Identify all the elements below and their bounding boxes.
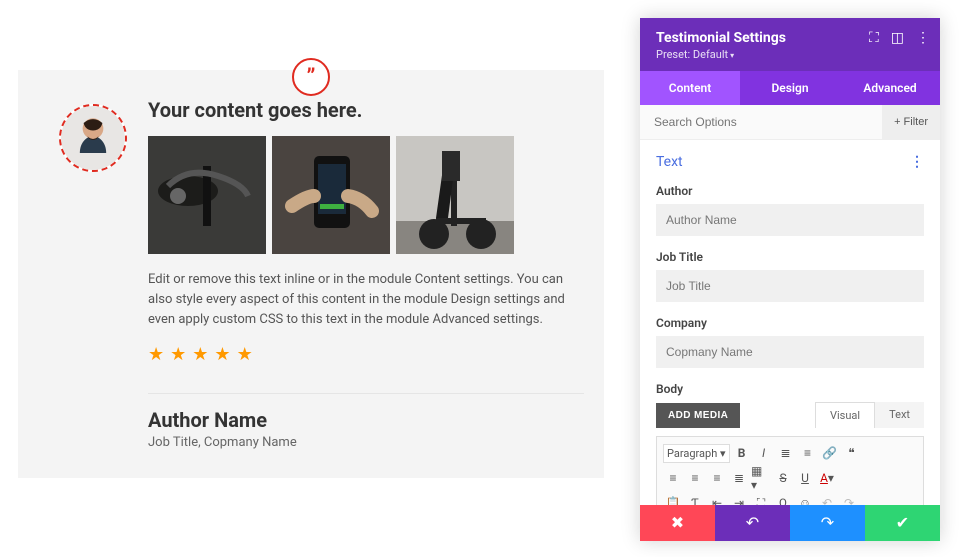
filter-button[interactable]: + Filter xyxy=(882,105,940,139)
quote-icon: ” xyxy=(292,58,330,96)
star-icon: ★ xyxy=(192,344,208,365)
number-list-icon[interactable]: ≡ xyxy=(798,443,818,463)
clear-format-icon[interactable]: Ƭ xyxy=(685,493,705,505)
content-image[interactable] xyxy=(272,136,390,254)
kebab-menu-icon[interactable]: ⋮ xyxy=(916,30,930,46)
paragraph-select[interactable]: Paragraph ▾ xyxy=(663,444,730,463)
align-left-icon[interactable]: ≡ xyxy=(663,468,683,488)
content-image[interactable] xyxy=(148,136,266,254)
bullet-list-icon[interactable]: ≣ xyxy=(776,443,796,463)
outdent-icon[interactable]: ⇤ xyxy=(707,493,727,505)
author-field-label: Author xyxy=(656,184,924,198)
testimonial-heading[interactable]: Your content goes here. xyxy=(148,98,584,122)
add-media-button[interactable]: ADD MEDIA xyxy=(656,403,740,428)
underline-icon[interactable]: U xyxy=(795,468,815,488)
editor-toolbar: Paragraph ▾ B I ≣ ≡ 🔗 ❝ ≡ ≡ ≡ ≣ ▦ ▾ S U … xyxy=(656,436,924,505)
search-input[interactable] xyxy=(640,105,882,139)
testimonial-card: ” Your content goes here. xyxy=(18,70,604,478)
job-field-input[interactable] xyxy=(656,270,924,302)
company-field-label: Company xyxy=(656,316,924,330)
indent-icon[interactable]: ⇥ xyxy=(729,493,749,505)
tab-advanced[interactable]: Advanced xyxy=(840,71,940,105)
editor-tab-visual[interactable]: Visual xyxy=(815,402,875,428)
star-icon: ★ xyxy=(170,344,186,365)
author-meta[interactable]: Job Title, Copmany Name xyxy=(148,435,584,450)
star-icon: ★ xyxy=(214,344,230,365)
link-icon[interactable]: 🔗 xyxy=(820,443,840,463)
panel-header[interactable]: Testimonial Settings Preset: Default ⛶ ◫… xyxy=(640,18,940,71)
undo-button[interactable]: ↶ xyxy=(715,505,790,541)
job-field-label: Job Title xyxy=(656,250,924,264)
author-avatar[interactable] xyxy=(59,104,127,172)
italic-icon[interactable]: I xyxy=(754,443,774,463)
author-field-input[interactable] xyxy=(656,204,924,236)
expand-icon[interactable]: ⛶ xyxy=(869,30,879,46)
preset-selector[interactable]: Preset: Default xyxy=(656,48,924,61)
author-name[interactable]: Author Name xyxy=(148,408,584,432)
blockquote-icon[interactable]: ❝ xyxy=(842,443,862,463)
star-rating: ★ ★ ★ ★ ★ xyxy=(148,344,584,365)
align-right-icon[interactable]: ≡ xyxy=(707,468,727,488)
image-row xyxy=(148,136,584,254)
company-field-input[interactable] xyxy=(656,336,924,368)
redo-icon[interactable]: ↷ xyxy=(839,493,859,505)
testimonial-description[interactable]: Edit or remove this text inline or in th… xyxy=(148,270,584,330)
strikethrough-icon[interactable]: S xyxy=(773,468,793,488)
section-menu-icon[interactable]: ⋮ xyxy=(910,154,924,170)
panel-tabs: Content Design Advanced xyxy=(640,71,940,105)
cancel-button[interactable]: ✖ xyxy=(640,505,715,541)
preview-canvas: ” Your content goes here. xyxy=(0,0,622,557)
editor-tab-text[interactable]: Text xyxy=(875,402,924,428)
save-button[interactable]: ✔ xyxy=(865,505,940,541)
undo-icon[interactable]: ↶ xyxy=(817,493,837,505)
panel-body[interactable]: Text ⋮ Author Job Title Company Body ADD… xyxy=(640,140,940,505)
content-image[interactable] xyxy=(396,136,514,254)
paste-text-icon[interactable]: 📋 xyxy=(663,493,683,505)
align-justify-icon[interactable]: ≣ xyxy=(729,468,749,488)
table-icon[interactable]: ▦ ▾ xyxy=(751,468,771,488)
tab-design[interactable]: Design xyxy=(740,71,840,105)
redo-button[interactable]: ↷ xyxy=(790,505,865,541)
settings-panel: Testimonial Settings Preset: Default ⛶ ◫… xyxy=(640,18,940,541)
body-field-label: Body xyxy=(656,382,924,396)
special-char-icon[interactable]: Ω xyxy=(773,493,793,505)
section-title-label: Text xyxy=(656,154,683,170)
search-row: + Filter xyxy=(640,105,940,140)
avatar-image-icon xyxy=(61,106,125,170)
tab-content[interactable]: Content xyxy=(640,71,740,105)
fullscreen-icon[interactable]: ⛶ xyxy=(751,493,771,505)
panel-footer: ✖ ↶ ↷ ✔ xyxy=(640,505,940,541)
panel-layout-icon[interactable]: ◫ xyxy=(891,30,904,46)
align-center-icon[interactable]: ≡ xyxy=(685,468,705,488)
bold-icon[interactable]: B xyxy=(732,443,752,463)
divider xyxy=(148,393,584,394)
star-icon: ★ xyxy=(237,344,253,365)
text-color-icon[interactable]: A ▾ xyxy=(817,468,837,488)
star-icon: ★ xyxy=(148,344,164,365)
emoji-icon[interactable]: ☺ xyxy=(795,493,815,505)
section-title-text[interactable]: Text ⋮ xyxy=(656,154,924,170)
